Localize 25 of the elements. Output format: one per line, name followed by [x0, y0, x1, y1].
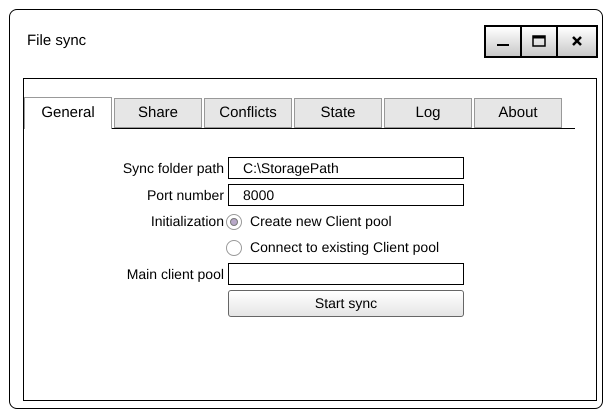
- field-label: Main client pool: [126, 264, 224, 284]
- field-label: Port number: [146, 186, 224, 204]
- tab[interactable]: General: [24, 97, 112, 129]
- maximize-button[interactable]: [522, 26, 558, 56]
- tab[interactable]: About: [474, 98, 562, 128]
- radio-button[interactable]: [226, 214, 242, 230]
- tab[interactable]: Conflicts: [204, 98, 292, 128]
- tab[interactable]: Share: [114, 98, 202, 128]
- tab[interactable]: Log: [384, 98, 472, 128]
- maximize-icon: [532, 35, 546, 47]
- field-label: Initialization: [150, 212, 224, 231]
- radio-label: Create new Client pool: [250, 212, 392, 231]
- field-label: Sync folder path: [122, 158, 224, 178]
- input-field[interactable]: 8000: [228, 184, 464, 206]
- minimize-button[interactable]: [486, 26, 522, 56]
- start-sync-button[interactable]: Start sync: [228, 290, 464, 317]
- input-field[interactable]: [228, 263, 464, 285]
- minimize-icon: [497, 44, 509, 46]
- close-button[interactable]: [558, 26, 596, 56]
- window-title: File sync: [27, 30, 86, 51]
- radio-button[interactable]: [226, 240, 242, 256]
- input-field[interactable]: C:\StoragePath: [228, 157, 464, 179]
- tab[interactable]: State: [294, 98, 382, 128]
- radio-label: Connect to existing Client pool: [250, 238, 440, 257]
- close-icon: [571, 35, 583, 47]
